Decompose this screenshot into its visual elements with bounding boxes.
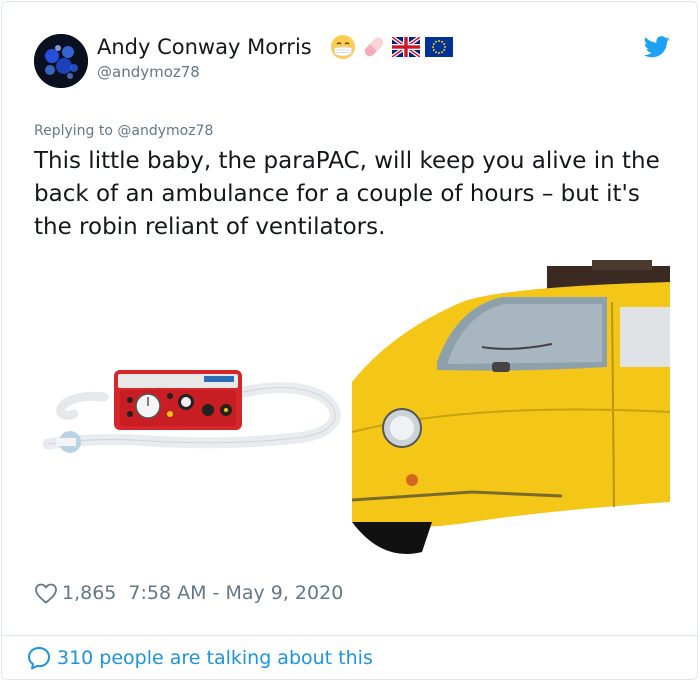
author-handle[interactable]: @andymoz78: [97, 63, 200, 81]
uk-flag-emoji: [392, 37, 420, 57]
name-emojis: [330, 34, 453, 60]
replying-to[interactable]: Replying to @andymoz78: [34, 123, 213, 139]
conversation-text[interactable]: 310 people are talking about this: [57, 647, 373, 669]
twitter-bird-icon[interactable]: [644, 36, 670, 58]
conversation-link[interactable]: 310 people are talking about this: [26, 645, 373, 671]
tweet-card: Andy Conway Morris @andymoz78 Replying t…: [1, 1, 698, 680]
heart-icon[interactable]: [34, 582, 58, 604]
speech-bubble-icon: [28, 647, 50, 670]
pill-emoji: [364, 37, 384, 57]
reliant-robin-image[interactable]: [352, 252, 670, 570]
avatar[interactable]: [34, 34, 88, 88]
footer-divider: [2, 635, 697, 636]
face-with-mask-emoji: [331, 35, 355, 59]
eu-flag-emoji: [425, 37, 453, 57]
author-name[interactable]: Andy Conway Morris: [97, 35, 312, 59]
tweet-footer: 1,865 7:58 AM - May 9, 2020: [34, 582, 343, 604]
ventilator-image[interactable]: [34, 252, 350, 570]
timestamp[interactable]: 7:58 AM - May 9, 2020: [128, 582, 343, 604]
tweet-text: This little baby, the paraPAC, will keep…: [34, 148, 660, 240]
like-count[interactable]: 1,865: [62, 582, 116, 604]
